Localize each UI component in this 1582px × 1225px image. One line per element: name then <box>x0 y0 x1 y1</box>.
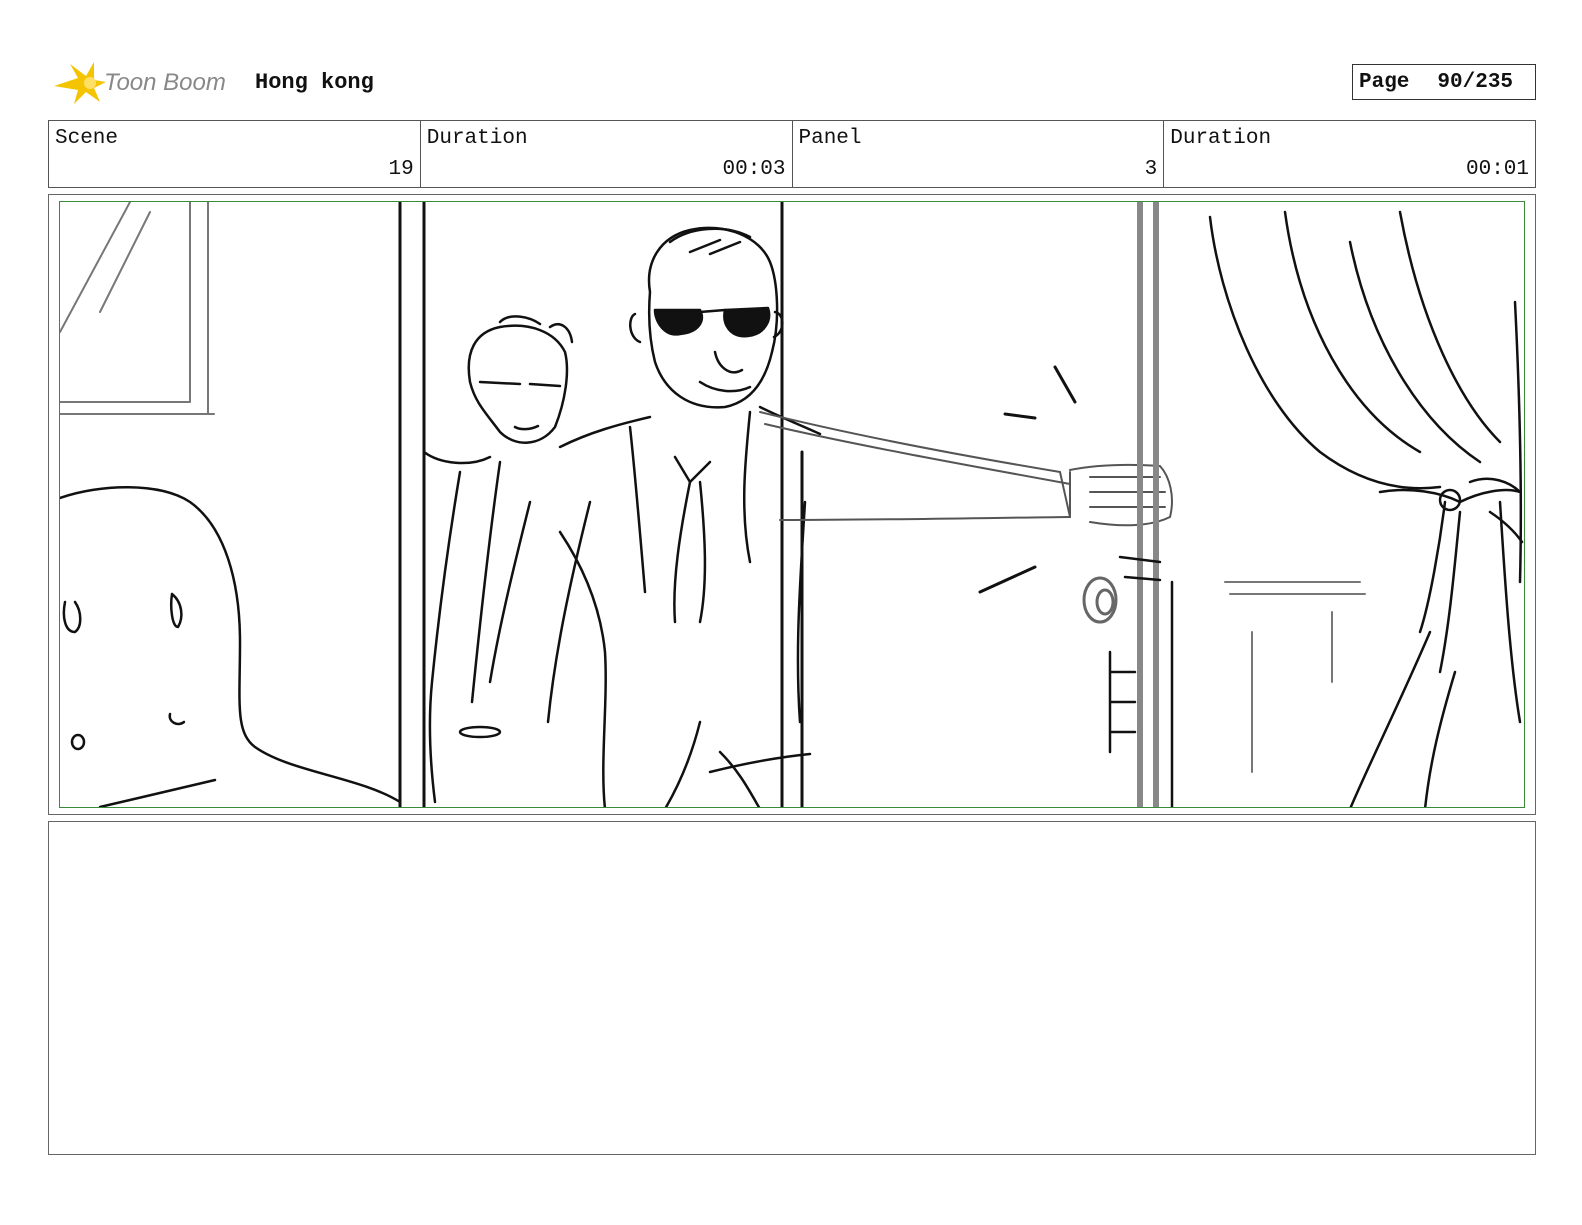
panel-image-area <box>59 201 1525 808</box>
scene-duration-value: 00:03 <box>722 158 786 181</box>
panel-sketch <box>60 202 1524 807</box>
panel-duration-cell: Duration 00:01 <box>1164 121 1535 187</box>
wall-frame-sketch <box>60 202 215 415</box>
panel-notes-box <box>48 821 1536 1155</box>
storyboard-panel <box>48 194 1536 815</box>
page-number: 90/235 <box>1437 70 1514 94</box>
panel-label: Panel <box>798 127 862 150</box>
panel-cell: Panel 3 <box>793 121 1165 187</box>
scene-duration-label: Duration <box>426 127 528 150</box>
logo-star-icon <box>54 62 106 104</box>
armchair-sketch <box>60 486 402 807</box>
scene-duration-cell: Duration 00:03 <box>421 121 793 187</box>
main-man-sketch <box>488 226 822 807</box>
page-label: Page <box>1359 70 1410 94</box>
logo-wordmark: Toon Boom <box>104 69 226 96</box>
panel-duration-label: Duration <box>1170 127 1272 150</box>
panel-value: 3 <box>1144 158 1158 181</box>
scene-cell: Scene 19 <box>49 121 421 187</box>
wall-molding-sketch <box>1224 581 1366 773</box>
curtain-sketch <box>1208 210 1524 807</box>
project-title: Hong kong <box>255 70 374 95</box>
background-man-sketch <box>422 315 574 804</box>
scene-label: Scene <box>55 127 119 150</box>
door-edge-sketch <box>1137 202 1159 807</box>
doorknob-sketch <box>1082 576 1118 624</box>
door-frame-sketch <box>398 202 804 807</box>
outstretched-arm-sketch <box>759 411 1173 527</box>
page-indicator: Page 90/235 <box>1352 64 1536 100</box>
scene-info-row: Scene 19 Duration 00:03 Panel 3 Duration… <box>48 120 1536 188</box>
scene-value: 19 <box>388 158 414 181</box>
toon-boom-logo: Toon Boom <box>50 56 240 108</box>
panel-duration-value: 00:01 <box>1465 158 1529 181</box>
